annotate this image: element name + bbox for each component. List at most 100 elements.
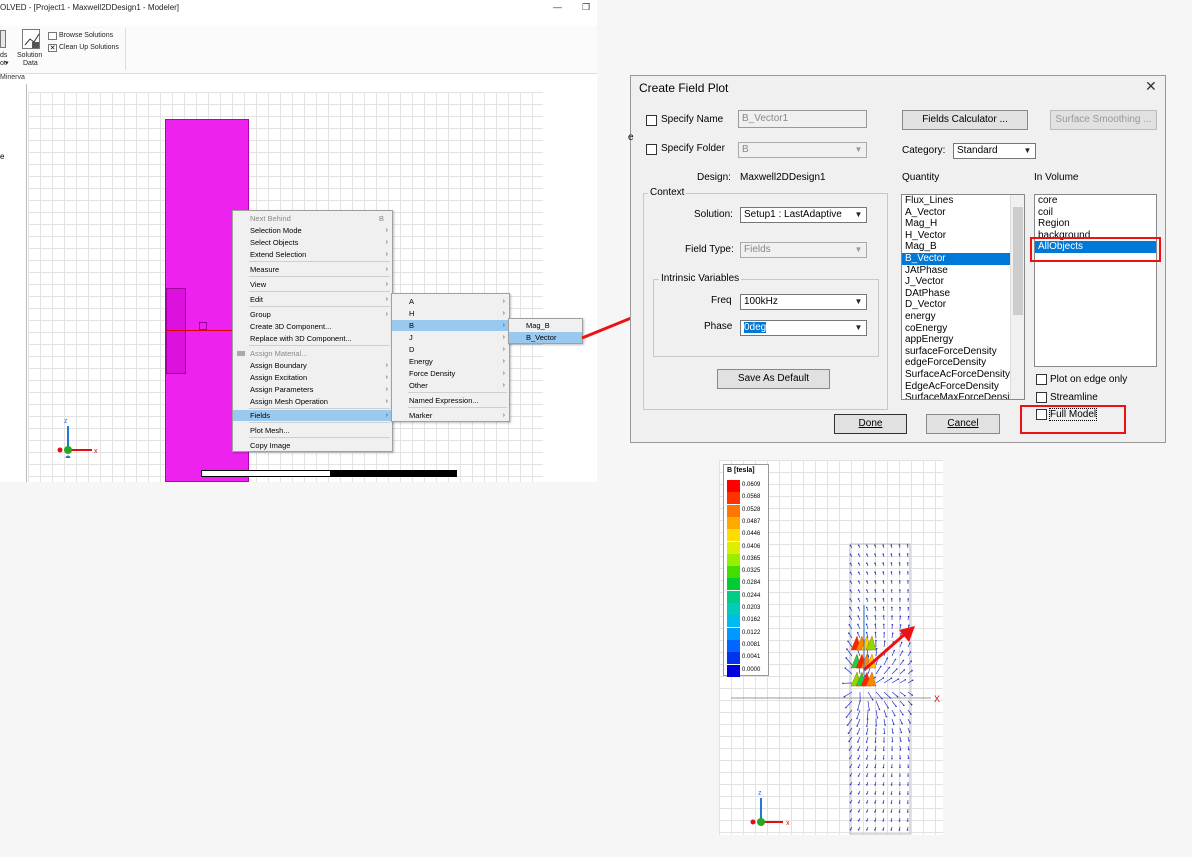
quantity-item[interactable]: JAtPhase [902, 265, 1024, 277]
quantity-item[interactable]: SurfaceMaxForceDensit [902, 392, 1024, 399]
b-item-b-vector[interactable]: B_Vector [509, 332, 582, 343]
quantity-list[interactable]: Flux_Lines A_Vector Mag_H H_Vector Mag_B B_Ve… [901, 194, 1025, 400]
submenu-arrow-icon: › [385, 362, 388, 369]
fields-item-j[interactable]: J › [392, 332, 509, 343]
freq-select[interactable]: 100kHz ▼ [740, 294, 867, 310]
menu-replace-3d-component[interactable]: Replace with 3D Component... [233, 333, 392, 344]
quantity-item[interactable]: coEnergy [902, 323, 1024, 335]
quantity-item[interactable]: Mag_H [902, 218, 1024, 230]
in-volume-list[interactable]: core coil Region background AllObjects [1034, 194, 1157, 367]
surface-smoothing-button[interactable]: Surface Smoothing ... [1050, 110, 1157, 130]
menu-create-3d-component[interactable]: Create 3D Component... [233, 321, 392, 332]
plot-on-edge-only-checkbox[interactable] [1036, 374, 1047, 385]
quantity-item[interactable]: appEnergy [902, 334, 1024, 346]
specify-folder-checkbox[interactable] [646, 144, 657, 155]
quantity-item[interactable]: surfaceForceDensity [902, 346, 1024, 358]
fields-item-d[interactable]: D › [392, 344, 509, 355]
menu-assign-material[interactable]: Assign Material... [233, 348, 392, 359]
menu-select-objects[interactable]: Select Objects › [233, 237, 392, 248]
quantity-item[interactable]: energy [902, 311, 1024, 323]
menu-selection-mode[interactable]: Selection Mode › [233, 225, 392, 236]
b-submenu: Mag_B B_Vector [508, 318, 583, 344]
quantity-item[interactable]: H_Vector [902, 230, 1024, 242]
plot-on-edge-only-label: Plot on edge only [1050, 374, 1128, 385]
solution-data-icon[interactable] [22, 29, 40, 49]
quantity-item[interactable]: A_Vector [902, 207, 1024, 219]
quantity-item[interactable]: Flux_Lines [902, 195, 1024, 207]
menu-extend-selection[interactable]: Extend Selection › [233, 249, 392, 260]
plot-name-field[interactable]: B_Vector1 [738, 110, 867, 128]
menu-assign-boundary[interactable]: Assign Boundary › [233, 360, 392, 371]
restore-icon[interactable]: ❐ [582, 2, 590, 13]
quantity-item[interactable]: EdgeAcForceDensity [902, 381, 1024, 393]
browse-solutions-button[interactable]: Browse Solutions [59, 32, 113, 39]
menu-group[interactable]: Group › [233, 309, 392, 320]
specify-name-checkbox[interactable] [646, 115, 657, 126]
quantity-item[interactable]: D_Vector [902, 299, 1024, 311]
menu-fields[interactable]: Fields › [233, 410, 392, 421]
quantity-item[interactable]: SurfaceAcForceDensity [902, 369, 1024, 381]
category-select[interactable]: Standard ▼ [953, 143, 1036, 159]
menu-view[interactable]: View › [233, 279, 392, 290]
coil-object[interactable] [166, 288, 186, 374]
quantity-item[interactable]: B_Vector [902, 252, 1024, 265]
quantity-item[interactable]: J_Vector [902, 276, 1024, 288]
menu-measure[interactable]: Measure › [233, 264, 392, 275]
menu-assign-parameters[interactable]: Assign Parameters › [233, 384, 392, 395]
save-as-default-button[interactable]: Save As Default [717, 369, 830, 389]
menu-separator [249, 408, 390, 409]
quantity-scrollbar[interactable] [1010, 195, 1024, 399]
b-item-mag-b[interactable]: Mag_B [509, 320, 582, 331]
menu-assign-excitation[interactable]: Assign Excitation › [233, 372, 392, 383]
menu-next-behind[interactable]: Next Behind B [233, 213, 392, 224]
category-value: Standard [957, 145, 998, 156]
fields-item-force-density[interactable]: Force Density › [392, 368, 509, 379]
menu-separator [408, 407, 507, 408]
streamline-checkbox[interactable] [1036, 392, 1047, 403]
menu-assign-mesh-operation[interactable]: Assign Mesh Operation › [233, 396, 392, 407]
quantity-item[interactable]: DAtPhase [902, 288, 1024, 300]
solution-select[interactable]: Setup1 : LastAdaptive ▼ [740, 207, 867, 223]
chevron-down-icon: ▼ [854, 210, 863, 219]
fields-item-h[interactable]: H › [392, 308, 509, 319]
project-tree-pane[interactable]: e [0, 84, 27, 482]
volume-item[interactable]: core [1035, 195, 1156, 207]
fields-item-other[interactable]: Other › [392, 380, 509, 391]
browse-solutions-icon[interactable] [48, 32, 57, 40]
close-icon[interactable]: ✕ [1145, 78, 1157, 95]
done-button[interactable]: Done [834, 414, 907, 434]
submenu-arrow-icon: › [385, 398, 388, 405]
phase-select[interactable]: 0deg ▼ [740, 320, 867, 336]
submenu-arrow-icon: › [502, 310, 505, 317]
fields-item-marker[interactable]: Marker › [392, 410, 509, 421]
fields-item-a[interactable]: A › [392, 296, 509, 307]
folder-select[interactable]: B ▼ [738, 142, 867, 158]
window-title-bar: OLVED - [Project1 - Maxwell2DDesign1 - M… [0, 0, 597, 15]
chevron-down-icon[interactable]: ▾ [5, 59, 9, 67]
menu-edit[interactable]: Edit › [233, 294, 392, 305]
fields-plot-icon[interactable] [0, 30, 6, 48]
cancel-button[interactable]: Cancel [926, 414, 1000, 434]
quantity-item[interactable]: edgeForceDensity [902, 357, 1024, 369]
scroll-thumb[interactable] [1013, 207, 1023, 315]
clean-up-solutions-button[interactable]: Clean Up Solutions [59, 44, 119, 51]
shortcut-key: B [378, 214, 384, 223]
volume-item[interactable]: coil [1035, 207, 1156, 219]
fields-item-energy[interactable]: Energy › [392, 356, 509, 367]
chevron-down-icon: ▼ [854, 245, 863, 254]
menu-copy-image[interactable]: Copy Image [233, 440, 392, 451]
submenu-arrow-icon: › [385, 251, 388, 258]
solution-data-label-a[interactable]: Solution [17, 52, 42, 59]
fields-item-b[interactable]: B › [392, 320, 509, 331]
fields-item-named-expression[interactable]: Named Expression... [392, 395, 509, 406]
fields-calculator-button[interactable]: Fields Calculator ... [902, 110, 1028, 130]
field-type-select[interactable]: Fields ▼ [740, 242, 867, 258]
menu-plot-mesh[interactable]: Plot Mesh... [233, 425, 392, 436]
solution-data-label-b[interactable]: Data [23, 60, 38, 67]
quantity-item[interactable]: Mag_B [902, 241, 1024, 253]
clean-up-icon[interactable]: ✕ [48, 44, 57, 52]
minimize-icon[interactable]: — [553, 2, 562, 12]
submenu-arrow-icon: › [385, 281, 388, 288]
volume-item[interactable]: Region [1035, 218, 1156, 230]
field-plot-view[interactable]: B [tesla] 0.0609 0.0568 0.0528 0.0487 0.0446… [719, 460, 943, 835]
